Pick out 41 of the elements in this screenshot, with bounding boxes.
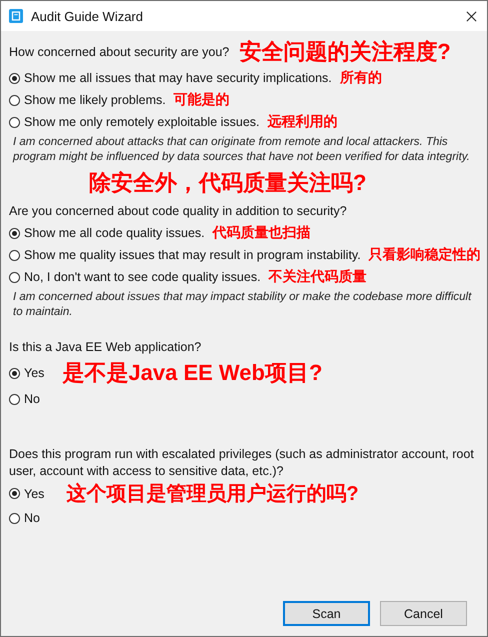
annotation: 远程利用的 [268,113,338,131]
option-label[interactable]: Yes [24,486,44,500]
annotation: 所有的 [340,69,382,87]
option-label[interactable]: Show me all code quality issues. [24,226,205,240]
question-label: Does this program run with escalated privileges (such as administrator account, root user, account with access to sensitive data, etc.)? [9,446,475,480]
option-label[interactable]: No, I don't want to see code quality issues. [24,270,261,284]
question-label: Are you concerned about code quality in addition to security? [9,204,347,218]
option-label[interactable]: Show me only remotely exploitable issues. [24,115,260,129]
radio-button[interactable] [9,488,20,499]
radio-button[interactable] [9,228,20,238]
radio-button[interactable] [9,250,20,260]
app-icon [9,9,23,23]
annotation: 可能是的 [174,91,230,109]
window-title: Audit Guide Wizard [31,8,144,24]
scan-button[interactable]: Scan [283,601,370,626]
question-label: How concerned about security are you? [9,45,230,59]
option-label[interactable]: Show me quality issues that may result in program instability. [24,248,361,262]
option-label[interactable]: No [24,511,40,525]
radio-button[interactable] [9,272,20,282]
question-label: Is this a Java EE Web application? [9,340,202,354]
cancel-button[interactable]: Cancel [380,601,467,626]
annotation: 安全问题的关注程度? [239,38,451,66]
radio-button[interactable] [9,94,20,106]
annotation: 是不是Java EE Web项目? [62,359,322,387]
close-icon[interactable] [466,10,477,22]
radio-button[interactable] [9,394,20,404]
description-text: I am concerned about issues that may impact stability or make the codebase more difficult to maintain. [13,290,473,320]
option-label[interactable]: Show me all issues that may have security implications. [24,71,332,85]
radio-button[interactable] [9,72,20,84]
option-label[interactable]: Show me likely problems. [24,93,166,107]
annotation: 代码质量也扫描 [212,224,311,242]
radio-button[interactable] [9,368,20,378]
radio-button[interactable] [9,512,20,524]
description-text: I am concerned about attacks that can originate from remote and local attackers. This program might be influenced by data sources that have not been verified for data integrity. [13,135,471,165]
annotation: 这个项目是管理员用户运行的吗? [66,482,359,507]
option-label[interactable]: No [24,392,40,406]
radio-button[interactable] [9,116,20,128]
annotation: 除安全外，代码质量关注吗? [89,170,366,195]
annotation: 只看影响稳定性的 [368,246,481,264]
option-label[interactable]: Yes [24,366,44,380]
annotation: 不关注代码质量 [268,268,367,286]
